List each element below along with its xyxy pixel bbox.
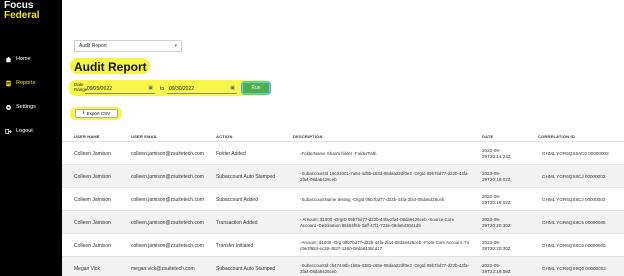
table-header: USER NAME USER EMAIL ACTION DESCRIPTION … (62, 131, 624, 141)
app-logo[interactable]: Focus Federal (4, 1, 40, 21)
start-date-input[interactable]: 09/29/2022 ▣ (85, 84, 155, 94)
cell-user-name: Colleen Jamison (74, 242, 111, 249)
cell-correlation-id: GHML YGR6QS9Q0 00000002 (542, 265, 606, 271)
cell-date: 2022-09-29T20:19:02Z (482, 171, 511, 182)
cell-user-email: colleen.jamison@zsuitetech.com (131, 196, 204, 203)
reports-icon (5, 80, 12, 87)
page-title: Audit Report (74, 60, 147, 74)
to-label: to (160, 86, 165, 92)
end-date-input[interactable]: 09/30/2022 ▣ (167, 84, 237, 94)
cell-correlation-id: GHML YGR6QS8C5 00000005 (542, 242, 606, 248)
sidebar-item-reports[interactable]: Reports (0, 76, 62, 90)
column-header-description[interactable]: DESCRIPTION (293, 134, 323, 139)
sidebar-item-logout[interactable]: Logout (0, 124, 62, 138)
cell-correlation-id: GHML YGR6QS8CJ 00000002 (542, 196, 606, 202)
cell-user-name: Colleen Jamison (74, 173, 111, 180)
cell-date: 2022-09-29T20:20:30Z (482, 217, 511, 228)
calendar-icon[interactable]: ▣ (148, 85, 153, 91)
chevron-down-icon: ▾ (174, 43, 177, 49)
column-header-correlation-id[interactable]: CORRELATION ID (538, 134, 575, 139)
run-button[interactable]: Run (241, 81, 271, 95)
report-type-value: Audit Report (79, 43, 107, 49)
logout-icon (5, 128, 12, 135)
cell-user-email: megan.vick@zsuitetech.com (131, 265, 195, 272)
download-icon: ⭳ (82, 109, 85, 116)
cell-action: Subaccount Auto Stamped (216, 265, 276, 272)
logo-line-2: Federal (4, 10, 40, 21)
export-csv-button[interactable]: ⭳ Export CSV (75, 109, 118, 118)
date-range-label: Date Range (74, 82, 88, 92)
cell-user-email: colleen.jamison@zsuitetech.com (131, 150, 204, 157)
cell-user-email: colleen.jamison@zsuitetech.com (131, 219, 204, 226)
cell-correlation-id: GHML YGR6QS8CJ 00000002 (542, 173, 606, 179)
sidebar: Focus Federal Home Reports Settings Logo… (0, 0, 62, 276)
sidebar-item-settings[interactable]: Settings (0, 100, 62, 114)
table-row[interactable]: Colleen Jamison colleen.jamison@zsuitete… (62, 233, 624, 256)
cell-action: Folder Added (216, 150, 246, 157)
end-date-value: 09/30/2022 (169, 85, 195, 92)
report-type-select[interactable]: Audit Report ▾ (74, 40, 182, 52)
cell-action: Subaccount Auto Stamped (216, 173, 276, 180)
cell-description: -SubaccountId cb47448b-1b8a-4381-c65e-08… (300, 263, 469, 274)
cell-description: -SubaccountName testing -OrgId 09b7bd77-… (300, 196, 445, 202)
table-row[interactable]: Colleen Jamison colleen.jamison@zsuitete… (62, 187, 624, 210)
cell-date: 2022-09-29T20:19:02Z (482, 194, 511, 205)
sidebar-item-label: Reports (16, 80, 36, 86)
start-date-value: 09/29/2022 (87, 85, 113, 92)
home-icon (5, 56, 12, 63)
cell-date: 2022-09-29T20:14:24Z (482, 148, 511, 159)
sidebar-item-label: Home (16, 56, 31, 62)
cell-user-name: Colleen Jamison (74, 219, 111, 226)
table-row[interactable]: Colleen Jamison colleen.jamison@zsuitete… (62, 164, 624, 187)
cell-action: Transaction Added (216, 219, 258, 226)
column-header-user-name[interactable]: USER NAME (74, 134, 100, 139)
cell-user-name: Colleen Jamison (74, 196, 111, 203)
sidebar-item-home[interactable]: Home (0, 52, 62, 66)
date-range-label-text: Date Range (74, 82, 88, 92)
cell-action: Transfer Initiated (216, 242, 254, 249)
table-row[interactable]: Colleen Jamison colleen.jamison@zsuitete… (62, 210, 624, 233)
table-row[interactable]: Megan Vick megan.vick@zsuitetech.com Sub… (62, 256, 624, 276)
main-content: Audit Report ▾ Audit Report Date Range 0… (62, 0, 624, 276)
column-header-date[interactable]: DATE (482, 134, 493, 139)
cell-description: -Amount: $1000 -Org 09b7bd77-d22b-44fa-2… (300, 240, 470, 251)
cell-correlation-id: GHML YGR6QS8C5 00000005 (542, 219, 606, 225)
column-header-action[interactable]: ACTION (216, 134, 233, 139)
settings-icon (5, 104, 12, 111)
cell-user-email: colleen.jamison@zsuitetech.com (131, 242, 204, 249)
cell-user-name: Colleen Jamison (74, 150, 111, 157)
cell-user-name: Megan Vick (74, 265, 101, 272)
table-row[interactable]: Colleen Jamison colleen.jamison@zsuitete… (62, 141, 624, 164)
column-header-user-email[interactable]: USER EMAIL (131, 134, 158, 139)
cell-date: 2022-09-29T20:20:30Z (482, 240, 511, 251)
sidebar-item-label: Logout (16, 128, 33, 134)
cell-date: 2022-09-29T22:19:59Z (482, 263, 511, 274)
cell-description: -FolderName Shan's folder -FolderPath (300, 150, 377, 156)
export-csv-label: Export CSV (86, 111, 111, 116)
cell-user-email: colleen.jamison@zsuitetech.com (131, 173, 204, 180)
cell-description: -SubaccountId 19c01001-7a94-4d9b-c63d-08… (300, 171, 469, 182)
calendar-icon[interactable]: ▣ (230, 85, 235, 91)
cell-action: Subaccount Added (216, 196, 258, 203)
cell-correlation-id: GHML YGR6QS8AC0 00000002 (542, 150, 609, 156)
sidebar-item-label: Settings (16, 104, 36, 110)
cell-description: - Amount: $1000 -OrgID 09b7bd77-d22b-44f… (300, 217, 455, 228)
